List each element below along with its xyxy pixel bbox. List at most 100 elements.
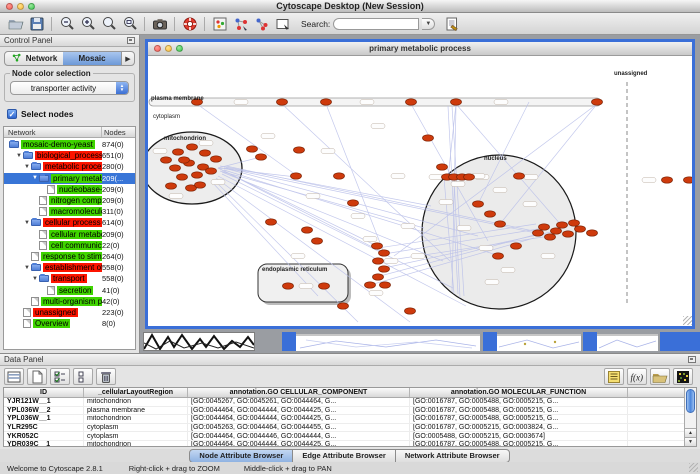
- tree-row-label: macromolecule: [49, 207, 102, 216]
- table-row-YPL036W__2[interactable]: YPL036W__2plasma membrane[GO:0044464, GO…: [4, 407, 684, 416]
- select-attributes-icon[interactable]: [50, 368, 70, 385]
- network-graph[interactable]: [148, 56, 692, 325]
- tree-row-unassigned[interactable]: unassigned223(0): [4, 307, 135, 318]
- create-attribute-icon[interactable]: [27, 368, 47, 385]
- tab-network[interactable]: Network: [5, 52, 63, 65]
- tree-row-metabolic-process[interactable]: ▼metabolic process280(0): [4, 161, 135, 172]
- tabs-overflow-button[interactable]: ▶: [121, 52, 134, 65]
- tree-row-transport[interactable]: ▼transport558(0): [4, 273, 135, 284]
- close-button[interactable]: [6, 3, 13, 10]
- tree-expand-icon[interactable]: ▼: [23, 164, 31, 170]
- zoom-in-icon[interactable]: [77, 15, 98, 33]
- window-resize-grip[interactable]: [683, 316, 692, 325]
- background-window-edge[interactable]: [583, 332, 597, 351]
- matrix-view-icon[interactable]: [673, 368, 693, 385]
- tree-row-macromolecule[interactable]: macromolecule311(0): [4, 206, 135, 217]
- tree-expand-icon[interactable]: ▼: [31, 276, 39, 282]
- tree-row-mosaic-demo-yeast[interactable]: mosaic-demo-yeast874(0): [4, 139, 135, 150]
- snapshot-icon[interactable]: [149, 15, 170, 33]
- column-header-1[interactable]: ID: [4, 388, 84, 397]
- save-session-icon[interactable]: [26, 15, 47, 33]
- tree-row-cellular-process[interactable]: ▼cellular process614(0): [4, 217, 135, 228]
- background-window-3[interactable]: [597, 334, 658, 351]
- select-nodes-checkbox[interactable]: ✓: [7, 109, 17, 119]
- tree-expand-icon[interactable]: ▼: [15, 153, 23, 159]
- vizmapper-icon[interactable]: [209, 15, 230, 33]
- function-builder-icon[interactable]: f(x): [627, 368, 647, 385]
- tree-row-overview[interactable]: Overview8(0): [4, 318, 135, 329]
- tree-expand-icon[interactable]: ▼: [23, 265, 31, 271]
- zoom-selected-icon[interactable]: [119, 15, 140, 33]
- search-input[interactable]: [333, 18, 419, 30]
- select-nodes-row[interactable]: ✓ Select nodes: [7, 109, 132, 119]
- zoom-out-icon[interactable]: [56, 15, 77, 33]
- attribute-list-icon[interactable]: [604, 368, 624, 385]
- background-window-2[interactable]: [497, 334, 581, 351]
- layout-2-icon[interactable]: [251, 15, 272, 33]
- tree-row-cell-communicat[interactable]: cell communicat22(0): [4, 240, 135, 251]
- tree-expand-icon[interactable]: ▼: [23, 220, 31, 226]
- tab-mosaic[interactable]: Mosaic: [63, 52, 121, 65]
- table-vertical-scrollbar[interactable]: ▲ ▼: [684, 388, 696, 446]
- table-row-YPL036W__1[interactable]: YPL036W__1mitochondrion[GO:0044464, GO:0…: [4, 415, 684, 424]
- node-color-select[interactable]: transporter activity ▲▼: [10, 81, 129, 95]
- layout-1-icon[interactable]: [230, 15, 251, 33]
- search-config-icon[interactable]: [441, 15, 462, 33]
- background-window-thumbnail[interactable]: [143, 332, 255, 351]
- network-zoom-button[interactable]: [176, 45, 183, 52]
- network-close-button[interactable]: [154, 45, 161, 52]
- tab-edge-attribute-browser[interactable]: Edge Attribute Browser: [292, 449, 395, 463]
- network-window-title: primary metabolic process: [148, 44, 692, 53]
- background-window-edge[interactable]: [282, 332, 296, 351]
- app-resize-grip[interactable]: [689, 463, 698, 472]
- import-attributes-icon[interactable]: [650, 368, 670, 385]
- tree-row-secretion[interactable]: secretion41(0): [4, 284, 135, 295]
- table-row-YDR039C__1[interactable]: YDR039C__1mitochondrion[GO:0044464, GO:0…: [4, 441, 684, 446]
- scroll-down-icon[interactable]: ▼: [685, 437, 696, 446]
- open-session-icon[interactable]: [5, 15, 26, 33]
- tab-node-attribute-browser[interactable]: Node Attribute Browser: [189, 449, 293, 463]
- unselect-attributes-icon[interactable]: [73, 368, 93, 385]
- tree-row-nitrogen-compo[interactable]: nitrogen compo209(0): [4, 195, 135, 206]
- tree-column-network[interactable]: Network: [4, 127, 101, 137]
- tree-column-nodes[interactable]: Nodes: [101, 127, 135, 137]
- cell-filler: [628, 424, 684, 432]
- tree-row-primary-metabo[interactable]: ▼primary metabo209(...: [4, 173, 135, 184]
- float-panel-icon[interactable]: [127, 37, 135, 44]
- tree-row-nucleobase-c[interactable]: nucleobase-c209(0): [4, 184, 135, 195]
- tab-network-attribute-browser[interactable]: Network Attribute Browser: [395, 449, 510, 463]
- float-panel-icon[interactable]: [688, 356, 696, 363]
- table-row-YKR052C[interactable]: YKR052Ccytoplasm[GO:0044464, GO:0044446,…: [4, 432, 684, 441]
- column-header-4[interactable]: annotation.GO MOLECULAR_FUNCTION: [410, 388, 628, 397]
- scroll-up-icon[interactable]: ▲: [685, 428, 696, 437]
- cell: cytoplasm: [84, 424, 188, 432]
- table-row-YLR295C[interactable]: YLR295Ccytoplasm[GO:0045263, GO:0044464,…: [4, 424, 684, 433]
- background-window-edge[interactable]: [660, 332, 700, 351]
- column-header-2[interactable]: _cellularLayoutRegion: [84, 388, 188, 397]
- delete-attribute-icon[interactable]: [96, 368, 116, 385]
- tree-row-response-to-stimulu[interactable]: response to stimulu264(0): [4, 251, 135, 262]
- tree-row-multi-organism-pro[interactable]: multi-organism pro42(0): [4, 296, 135, 307]
- help-icon[interactable]: [179, 15, 200, 33]
- background-window-1[interactable]: [296, 334, 480, 351]
- search-dropdown-button[interactable]: ▼: [422, 18, 435, 30]
- scrollbar-thumb[interactable]: [686, 389, 695, 413]
- column-header-3[interactable]: annotation.GO CELLULAR_COMPONENT: [188, 388, 410, 397]
- annotations-icon[interactable]: [272, 15, 293, 33]
- minimize-button[interactable]: [17, 3, 24, 10]
- background-window-edge[interactable]: [483, 332, 497, 351]
- zoom-window-button[interactable]: [28, 3, 35, 10]
- network-canvas[interactable]: plasma membrane cytoplasm mitochondrion …: [148, 56, 692, 325]
- tree-row-cellular-metabo[interactable]: cellular metabo209(0): [4, 229, 135, 240]
- zoom-fit-icon[interactable]: [98, 15, 119, 33]
- network-view-window[interactable]: primary metabolic process: [145, 39, 695, 329]
- tree-expand-icon[interactable]: ▼: [31, 175, 39, 181]
- app-titlebar[interactable]: Cytoscape Desktop (New Session): [0, 0, 700, 13]
- folder-icon: [39, 175, 49, 182]
- tree-row-establishment-of-lo[interactable]: ▼establishment of lo558(0): [4, 262, 135, 273]
- network-window-titlebar[interactable]: primary metabolic process: [148, 42, 692, 56]
- attribute-columns-icon[interactable]: [4, 368, 24, 385]
- tree-row-biological-process[interactable]: ▼biological_process651(0): [4, 150, 135, 161]
- network-minimize-button[interactable]: [165, 45, 172, 52]
- table-row-YJR121W__1[interactable]: YJR121W__1mitochondrion[GO:0045267, GO:0…: [4, 398, 684, 407]
